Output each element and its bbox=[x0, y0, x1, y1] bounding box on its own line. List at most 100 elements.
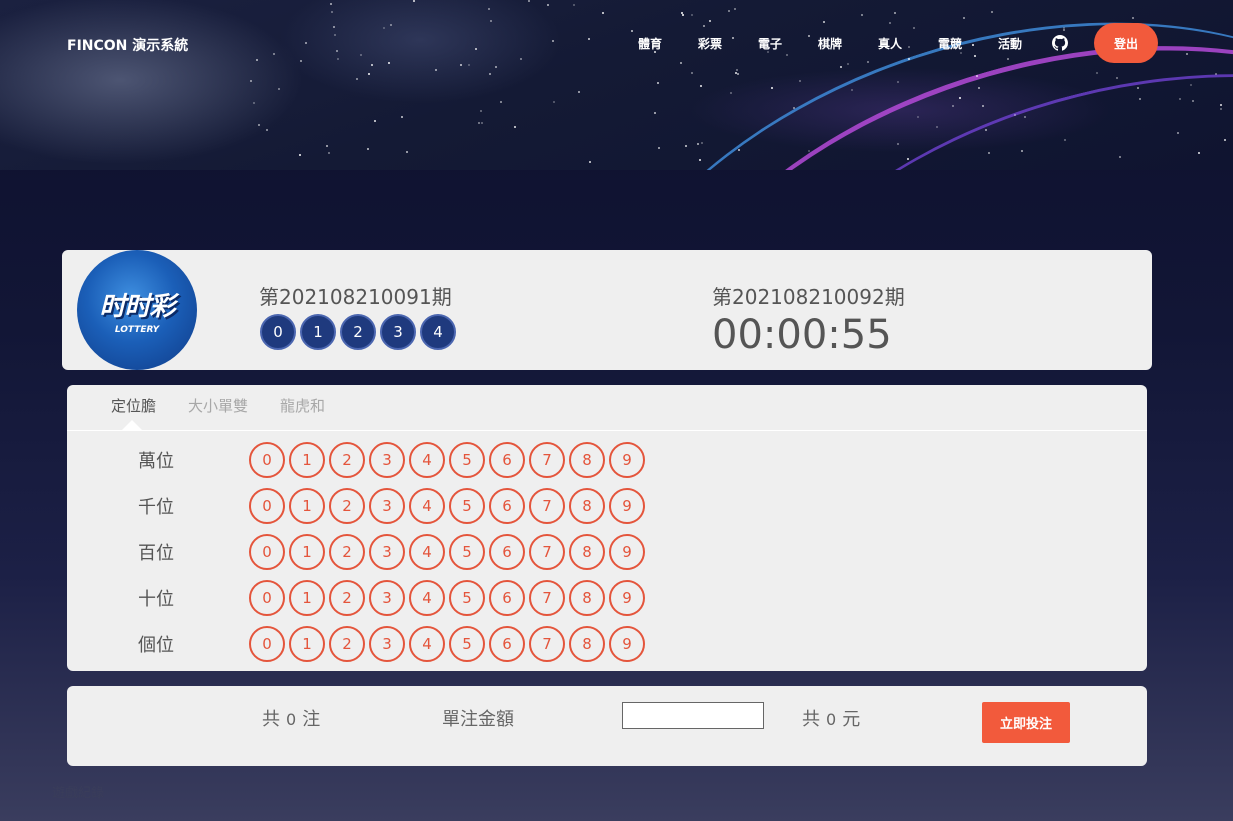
star bbox=[861, 14, 863, 16]
star bbox=[489, 73, 491, 75]
star bbox=[520, 58, 522, 60]
draw-ball: 3 bbox=[380, 314, 416, 350]
digit-button[interactable]: 7 bbox=[529, 580, 565, 616]
star bbox=[917, 116, 919, 118]
github-icon[interactable] bbox=[1052, 35, 1068, 51]
digit-button[interactable]: 4 bbox=[409, 534, 445, 570]
digit-button[interactable]: 6 bbox=[489, 580, 525, 616]
star bbox=[936, 126, 938, 128]
digit-button[interactable]: 1 bbox=[289, 534, 325, 570]
digit-button[interactable]: 3 bbox=[369, 442, 405, 478]
digit-button[interactable]: 6 bbox=[489, 442, 525, 478]
active-tab-indicator bbox=[122, 420, 142, 430]
digit-button[interactable]: 2 bbox=[329, 626, 365, 662]
bet-row-ones: 個位 0 1 2 3 4 5 6 7 8 9 bbox=[67, 626, 649, 662]
digit-button[interactable]: 2 bbox=[329, 580, 365, 616]
unit-amount-input[interactable] bbox=[622, 702, 764, 729]
nav-item-lottery[interactable]: 彩票 bbox=[680, 35, 740, 52]
digit-button[interactable]: 7 bbox=[529, 626, 565, 662]
star bbox=[701, 142, 703, 144]
bet-total-prefix: 共 bbox=[802, 709, 820, 730]
star bbox=[691, 72, 693, 74]
star bbox=[468, 64, 470, 66]
digit-button[interactable]: 9 bbox=[609, 580, 645, 616]
star bbox=[654, 112, 656, 114]
digit-button[interactable]: 2 bbox=[329, 488, 365, 524]
star bbox=[495, 66, 497, 68]
digit-button[interactable]: 9 bbox=[609, 626, 645, 662]
tab-dragon-tiger-tie[interactable]: 龍虎和 bbox=[280, 395, 325, 416]
digit-button[interactable]: 9 bbox=[609, 488, 645, 524]
digit-button[interactable]: 0 bbox=[249, 442, 285, 478]
star bbox=[681, 12, 683, 14]
digit-button[interactable]: 6 bbox=[489, 488, 525, 524]
nav-item-live[interactable]: 真人 bbox=[860, 35, 920, 52]
star bbox=[588, 38, 590, 40]
main-nav: 體育 彩票 電子 棋牌 真人 電競 活動 登出 bbox=[620, 20, 1158, 66]
digit-button[interactable]: 1 bbox=[289, 442, 325, 478]
game-history-link[interactable]: 遊戲紀錄 bbox=[52, 782, 104, 801]
digit-button[interactable]: 4 bbox=[409, 488, 445, 524]
digit-button[interactable]: 0 bbox=[249, 488, 285, 524]
digit-button[interactable]: 2 bbox=[329, 534, 365, 570]
digit-button[interactable]: 3 bbox=[369, 534, 405, 570]
digit-button[interactable]: 1 bbox=[289, 488, 325, 524]
bet-total-suffix: 元 bbox=[842, 709, 861, 730]
star bbox=[514, 126, 516, 128]
digit-button[interactable]: 0 bbox=[249, 626, 285, 662]
digit-button[interactable]: 6 bbox=[489, 626, 525, 662]
digit-button[interactable]: 4 bbox=[409, 580, 445, 616]
bet-row-thousands: 千位 0 1 2 3 4 5 6 7 8 9 bbox=[67, 488, 649, 524]
digit-button[interactable]: 9 bbox=[609, 534, 645, 570]
draw-info-panel: 时时彩 LOTTERY 第202108210091期 0 1 2 3 4 第20… bbox=[62, 250, 1152, 370]
bet-row-label: 萬位 bbox=[138, 451, 174, 472]
digit-button[interactable]: 8 bbox=[569, 534, 605, 570]
digit-button[interactable]: 0 bbox=[249, 580, 285, 616]
star bbox=[552, 40, 554, 42]
digit-button[interactable]: 8 bbox=[569, 580, 605, 616]
digit-button[interactable]: 5 bbox=[449, 626, 485, 662]
star bbox=[475, 48, 477, 50]
digit-button[interactable]: 2 bbox=[329, 442, 365, 478]
tab-position-bet[interactable]: 定位膽 bbox=[111, 395, 156, 416]
logout-button[interactable]: 登出 bbox=[1094, 23, 1158, 63]
star bbox=[1116, 77, 1118, 79]
digit-button[interactable]: 7 bbox=[529, 534, 565, 570]
tab-big-small-odd-even[interactable]: 大小單雙 bbox=[188, 395, 248, 416]
digit-button[interactable]: 8 bbox=[569, 626, 605, 662]
brand-logo[interactable]: FINCON 演示系統 bbox=[67, 35, 188, 55]
digit-button[interactable]: 5 bbox=[449, 534, 485, 570]
nav-item-chess[interactable]: 棋牌 bbox=[800, 35, 860, 52]
digit-button[interactable]: 5 bbox=[449, 580, 485, 616]
star bbox=[897, 81, 899, 83]
digit-button[interactable]: 7 bbox=[529, 488, 565, 524]
digit-button[interactable]: 3 bbox=[369, 626, 405, 662]
digit-button[interactable]: 3 bbox=[369, 488, 405, 524]
place-bet-button[interactable]: 立即投注 bbox=[982, 702, 1070, 743]
star bbox=[547, 4, 549, 6]
nav-item-slots[interactable]: 電子 bbox=[740, 35, 800, 52]
digit-button[interactable]: 8 bbox=[569, 442, 605, 478]
star bbox=[401, 116, 403, 118]
digit-button[interactable]: 1 bbox=[289, 580, 325, 616]
nav-item-events[interactable]: 活動 bbox=[980, 35, 1040, 52]
digit-button[interactable]: 4 bbox=[409, 442, 445, 478]
nav-item-esports[interactable]: 電競 bbox=[920, 35, 980, 52]
star bbox=[991, 11, 993, 13]
digit-button[interactable]: 8 bbox=[569, 488, 605, 524]
star bbox=[258, 124, 260, 126]
digit-button[interactable]: 5 bbox=[449, 442, 485, 478]
star bbox=[682, 14, 684, 16]
digit-button[interactable]: 0 bbox=[249, 534, 285, 570]
digit-button[interactable]: 6 bbox=[489, 534, 525, 570]
star bbox=[734, 8, 736, 10]
digit-button[interactable]: 1 bbox=[289, 626, 325, 662]
digit-button[interactable]: 9 bbox=[609, 442, 645, 478]
nav-item-sports[interactable]: 體育 bbox=[620, 35, 680, 52]
digit-button[interactable]: 3 bbox=[369, 580, 405, 616]
digit-button[interactable]: 5 bbox=[449, 488, 485, 524]
digit-button[interactable]: 4 bbox=[409, 626, 445, 662]
digit-button[interactable]: 7 bbox=[529, 442, 565, 478]
star bbox=[253, 102, 255, 104]
lottery-logo-title: 时时彩 bbox=[99, 291, 175, 322]
